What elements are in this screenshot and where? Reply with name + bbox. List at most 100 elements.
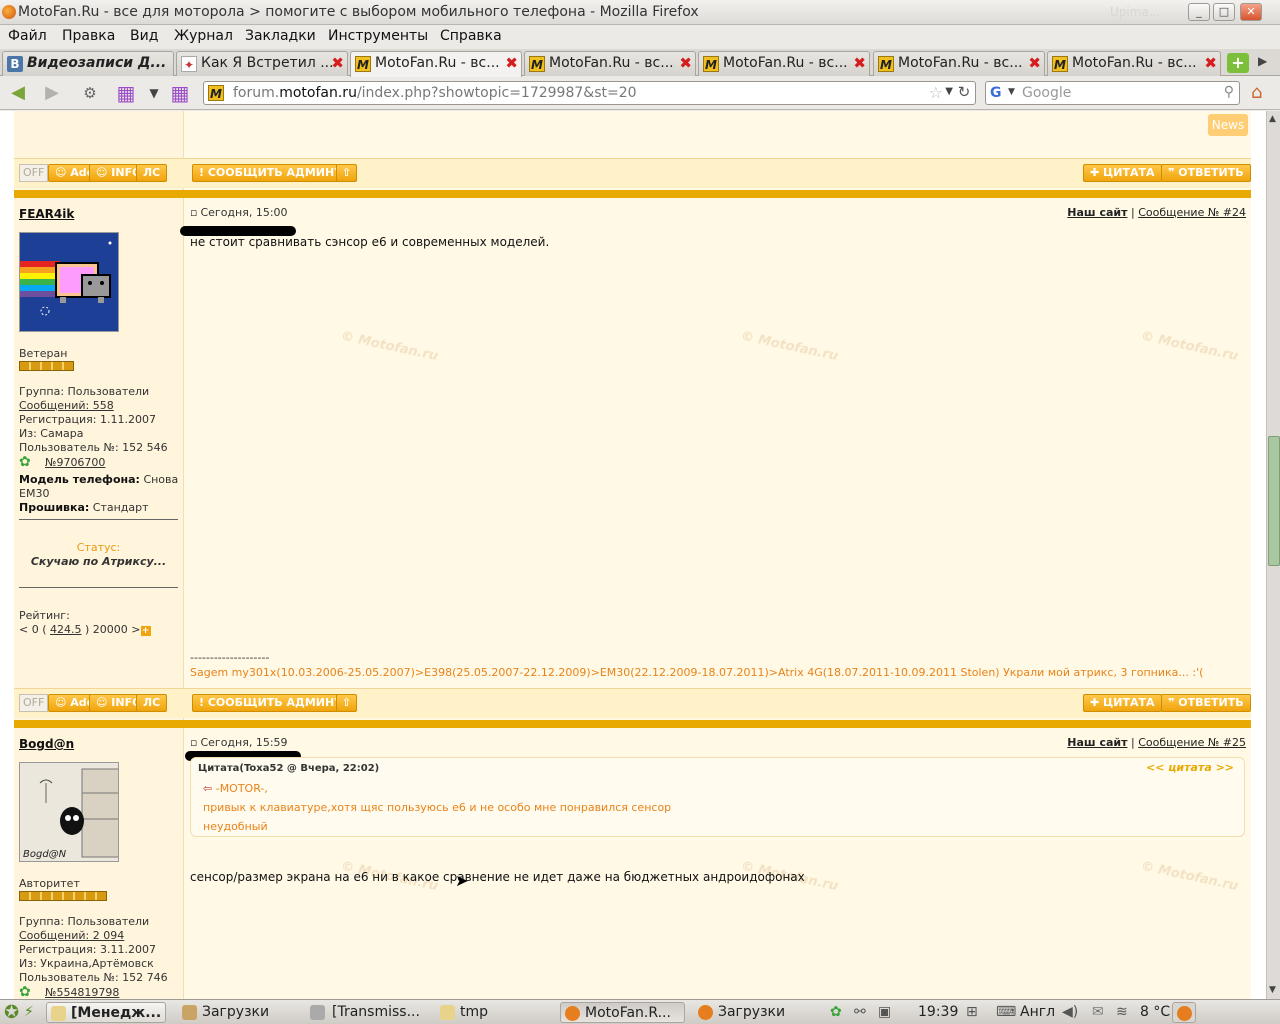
speeddial-icon[interactable]: ▦ — [114, 82, 138, 104]
search-input[interactable]: Google — [1022, 85, 1071, 101]
icq-number-link[interactable]: №9706700 — [45, 456, 105, 470]
back-icon[interactable]: ◀ — [6, 82, 30, 104]
menu-help[interactable]: Справка — [440, 28, 502, 44]
post-author[interactable]: FEAR4ik — [19, 207, 74, 221]
add-speeddial-icon[interactable]: ▦ — [168, 82, 192, 104]
user-posts-link[interactable]: Сообщений: 2 094 — [19, 929, 124, 943]
tab-motofan-active[interactable]: M MotoFan.Ru - вс... ✖ — [350, 51, 522, 77]
tab-motofan[interactable]: M MotoFan.Ru - вс... ✖ — [1047, 51, 1221, 76]
menu-view[interactable]: Вид — [130, 28, 158, 44]
news-button[interactable]: News — [1208, 114, 1248, 136]
calendar-icon[interactable]: ⊞ — [966, 1002, 978, 1023]
new-tab-icon[interactable]: + — [1227, 53, 1249, 73]
vertical-scrollbar[interactable]: ▲ ▼ — [1266, 111, 1280, 999]
search-bar[interactable]: G ▼ Google ⚲ — [985, 81, 1240, 105]
close-tab-icon[interactable]: ✖ — [1204, 54, 1217, 72]
private-message-button[interactable]: ЛС — [136, 164, 168, 182]
launcher-icon[interactable]: ⚡ — [24, 1002, 34, 1023]
post-author[interactable]: Bogd@n — [19, 737, 74, 751]
keyboard-icon[interactable]: ⌨ — [996, 1002, 1016, 1023]
search-icon[interactable]: ⚲ — [1224, 84, 1234, 100]
url-text[interactable]: forum.motofan.ru/index.php?showtopic=172… — [233, 85, 637, 101]
taskbar-downloads[interactable]: Загрузки — [178, 1002, 269, 1023]
menu-tools[interactable]: Инструменты — [328, 28, 428, 44]
battery-icon[interactable]: ▣ — [878, 1002, 891, 1023]
temperature[interactable]: 8 °C — [1140, 1002, 1170, 1023]
clock[interactable]: 19:39 — [918, 1002, 958, 1023]
url-bar[interactable]: M forum.motofan.ru/index.php?showtopic=1… — [203, 81, 976, 105]
rank-pips — [19, 891, 107, 901]
motofan-icon: M — [878, 56, 894, 72]
close-tab-icon[interactable]: ✖ — [853, 54, 866, 72]
phone-model: Модель телефона: Снова — [19, 473, 179, 486]
rating-plus-button[interactable]: + — [140, 626, 151, 636]
close-tab-icon[interactable]: ✖ — [679, 54, 692, 72]
icq-number-link[interactable]: №554819798 — [45, 986, 119, 999]
keyboard-layout[interactable]: Англ — [1020, 1002, 1055, 1023]
report-admin-button[interactable]: ! СООБЩИТЬ АДМИНУ — [192, 694, 350, 712]
quote-link[interactable]: << цитата >> — [1146, 761, 1234, 774]
taskbar-firefox[interactable]: MotoFan.R... — [560, 1002, 685, 1023]
reload-icon[interactable]: ↻ — [954, 83, 974, 103]
quote-button[interactable]: ✚ ЦИТАТА — [1083, 164, 1162, 182]
firefox-tray-icon[interactable] — [1172, 1002, 1196, 1023]
scroll-down-icon[interactable]: ▼ — [1269, 985, 1276, 995]
system-menu-icon[interactable]: ✪ — [4, 1002, 19, 1023]
scroll-thumb[interactable] — [1268, 436, 1280, 566]
our-site-link[interactable]: Наш сайт — [1067, 736, 1127, 749]
network-icon[interactable]: ⚯ — [854, 1002, 866, 1023]
tab-vk[interactable]: В Видеозаписи Д... — [2, 51, 174, 76]
mail-icon[interactable]: ✉ — [1092, 1002, 1104, 1023]
scroll-up-icon[interactable]: ▲ — [1269, 114, 1276, 124]
rating-value[interactable]: 424.5 — [50, 623, 82, 636]
reply-button[interactable]: ❞ ОТВЕТИТЬ — [1161, 694, 1251, 712]
weather-icon[interactable]: ≋ — [1116, 1002, 1128, 1023]
history-dropdown-icon[interactable]: ▼ — [945, 86, 953, 97]
menu-history[interactable]: Журнал — [174, 28, 233, 44]
tab-scroll-right-icon[interactable]: ▶ — [1258, 54, 1267, 68]
forward-icon[interactable]: ▶ — [40, 82, 64, 104]
gift-icon[interactable]: ⌂ — [1251, 82, 1262, 103]
close-window-button[interactable]: ✕ — [1240, 3, 1262, 21]
tab-label: Как Я Встретил ... — [201, 55, 334, 71]
chevron-down-icon[interactable]: ▼ — [142, 82, 166, 104]
post-number-link[interactable]: Сообщение № #24 — [1138, 206, 1246, 219]
private-message-button[interactable]: ЛС — [136, 694, 168, 712]
maximize-button[interactable]: □ — [1213, 3, 1235, 21]
watermark: © Motofan.ru — [739, 328, 840, 365]
tray-icon[interactable]: ✿ — [830, 1002, 842, 1023]
motofan-icon: M — [703, 56, 719, 72]
menu-bookmarks[interactable]: Закладки — [245, 28, 316, 44]
user-location: Из: Самара — [19, 427, 84, 440]
taskbar-tmp[interactable]: tmp — [436, 1002, 488, 1023]
close-tab-icon[interactable]: ✖ — [331, 54, 344, 72]
tab-himym[interactable]: ✦ Как Я Встретил ... ✖ — [176, 51, 348, 76]
taskbar-downloads-2[interactable]: Загрузки — [694, 1002, 785, 1023]
taskbar-file-manager[interactable]: [Менедж... — [46, 1002, 166, 1023]
close-tab-icon[interactable]: ✖ — [505, 54, 518, 72]
tab-motofan[interactable]: M MotoFan.Ru - вс... ✖ — [524, 51, 696, 76]
engine-dropdown-icon[interactable]: ▼ — [1008, 87, 1015, 97]
menu-file[interactable]: Файл — [8, 28, 47, 44]
separator: | — [1130, 206, 1135, 219]
status-value: Скучаю по Атриксу... — [30, 555, 167, 568]
bookmark-star-icon[interactable]: ☆ — [929, 83, 943, 102]
close-tab-icon[interactable]: ✖ — [1028, 54, 1041, 72]
tab-motofan[interactable]: M MotoFan.Ru - вс... ✖ — [873, 51, 1045, 76]
report-admin-button[interactable]: ! СООБЩИТЬ АДМИНУ — [192, 164, 350, 182]
reply-button[interactable]: ❞ ОТВЕТИТЬ — [1161, 164, 1251, 182]
our-site-link[interactable]: Наш сайт — [1067, 206, 1127, 219]
minimize-button[interactable]: _ — [1188, 3, 1210, 21]
user-posts-link[interactable]: Сообщений: 558 — [19, 399, 114, 413]
scroll-top-button[interactable]: ⇧ — [336, 694, 358, 712]
quote-button[interactable]: ✚ ЦИТАТА — [1083, 694, 1162, 712]
firefox-icon — [698, 1005, 713, 1020]
taskbar-transmission[interactable]: [Transmiss... — [306, 1002, 420, 1023]
scroll-top-button[interactable]: ⇧ — [336, 164, 358, 182]
tools-icon[interactable]: ⚙ — [78, 82, 102, 104]
tab-motofan[interactable]: M MotoFan.Ru - вс... ✖ — [698, 51, 870, 76]
menu-edit[interactable]: Правка — [62, 28, 115, 44]
volume-icon[interactable]: ◀) — [1062, 1002, 1078, 1023]
post-number-link[interactable]: Сообщение № #25 — [1138, 736, 1246, 749]
post-links: Наш сайт | Сообщение № #24 — [1067, 206, 1246, 219]
